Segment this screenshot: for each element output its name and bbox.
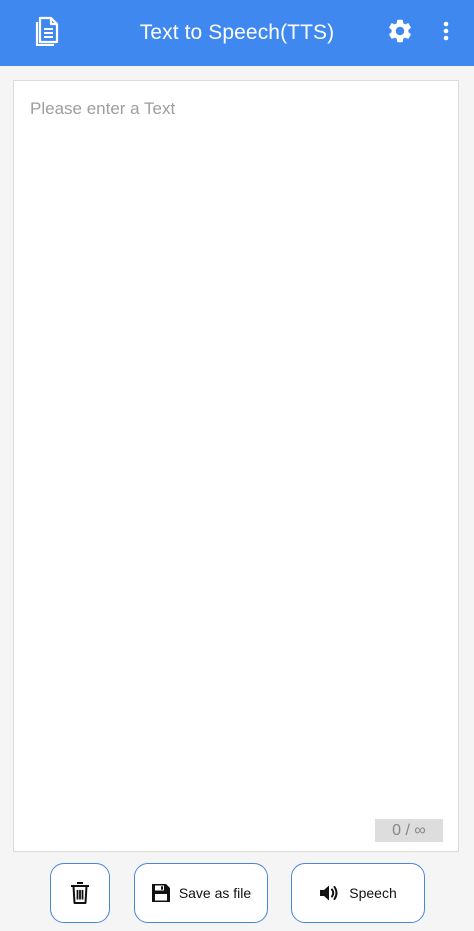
document-button[interactable]: [28, 13, 68, 53]
delete-button[interactable]: [50, 863, 110, 923]
text-input[interactable]: [14, 81, 458, 851]
more-vert-icon: [443, 21, 449, 46]
speaker-icon: [319, 883, 341, 903]
save-as-file-button[interactable]: Save as file: [134, 863, 268, 923]
app-bar: Text to Speech(TTS): [0, 0, 474, 66]
floppy-disk-icon: [151, 883, 171, 903]
save-as-file-label: Save as file: [178, 885, 252, 901]
trash-icon: [70, 881, 90, 905]
text-input-card: 0 / ∞: [13, 80, 459, 852]
document-icon: [35, 16, 61, 51]
speech-button[interactable]: Speech: [291, 863, 425, 923]
action-bar: Save as file Speech: [0, 853, 474, 931]
character-counter: 0 / ∞: [375, 819, 443, 842]
settings-button[interactable]: [380, 13, 420, 53]
speech-label: Speech: [349, 885, 397, 901]
gear-icon: [386, 17, 414, 50]
more-options-button[interactable]: [432, 13, 460, 53]
